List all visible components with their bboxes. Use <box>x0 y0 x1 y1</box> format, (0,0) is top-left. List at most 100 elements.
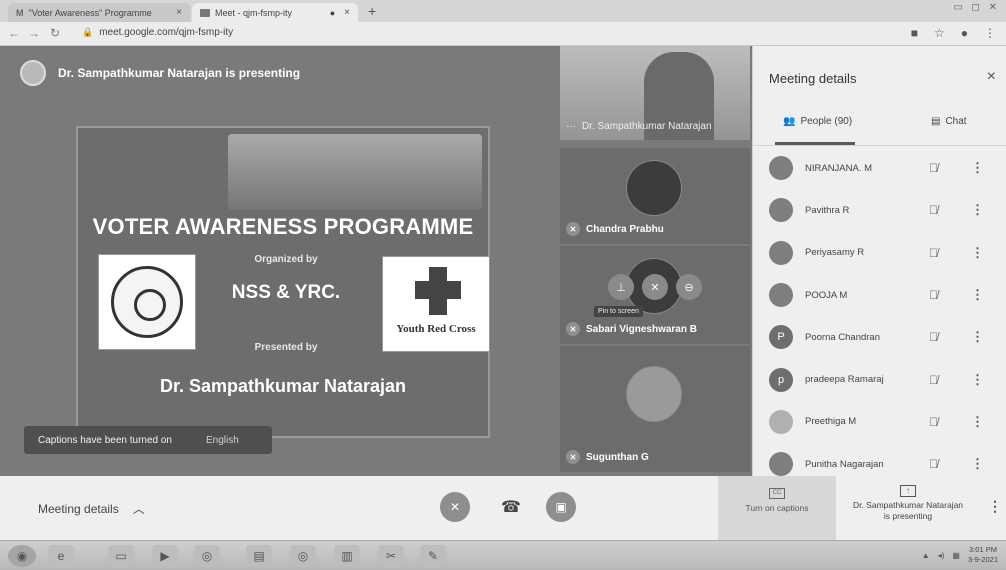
more-options-icon[interactable]: ⋮ <box>971 202 984 218</box>
list-item[interactable]: P Poorna Chandran 🎙̸ ⋮ <box>753 316 1006 358</box>
tab-meet[interactable]: Meet - qjm-fsmp-ity ● × <box>192 3 358 22</box>
more-options-icon[interactable]: ⋮ <box>971 245 984 261</box>
document-icon[interactable]: ▥ <box>334 545 360 567</box>
tray-arrow-icon[interactable]: ▲ <box>922 551 930 560</box>
camera-indicator-icon[interactable]: ■ <box>911 26 918 40</box>
pin-tooltip: Pin to screen <box>594 306 643 317</box>
tile-hover-controls: ⊥ ✕ ⊖ <box>608 274 702 300</box>
back-arrow-icon[interactable]: ← <box>8 26 20 40</box>
star-icon[interactable]: ☆ <box>934 26 945 40</box>
url-field[interactable]: 🔒 meet.google.com/qjm-fsmp-ity <box>82 27 233 38</box>
participant-name: Dr. Sampathkumar Natarajan <box>582 121 712 132</box>
ie-icon[interactable]: e <box>48 545 74 567</box>
captions-button[interactable]: CC Turn on captions <box>718 476 836 540</box>
app-icon[interactable]: ▤ <box>246 545 272 567</box>
mic-off-icon: 🎙̸ <box>929 372 938 387</box>
chrome-window-icon[interactable]: ◎ <box>290 545 316 567</box>
tab-people[interactable]: 👥 People (90) <box>783 116 852 127</box>
list-item[interactable]: Periyasamy R 🎙̸ ⋮ <box>753 232 1006 274</box>
camera-off-button[interactable]: ▣ <box>546 492 576 522</box>
panel-tabs: 👥 People (90) ▤ Chat <box>753 106 1006 146</box>
tab-title: Meet - qjm-fsmp-ity <box>215 7 293 18</box>
people-icon: 👥 <box>783 116 796 127</box>
meeting-details-button[interactable]: Meeting details ︿ <box>38 500 145 517</box>
list-item[interactable]: p pradeepa Ramaraj 🎙̸ ⋮ <box>753 358 1006 400</box>
list-item[interactable]: Pavithra R 🎙̸ ⋮ <box>753 189 1006 231</box>
panel-title: Meeting details <box>769 71 857 86</box>
profile-avatar-icon[interactable]: ● <box>961 26 968 40</box>
browser-tab-bar: M "Voter Awareness" Programme × Meet - q… <box>0 0 1006 22</box>
nss-logo-icon <box>98 254 196 350</box>
tab-close-icon[interactable]: × <box>176 7 182 18</box>
more-options-icon[interactable]: ⋮ <box>971 372 984 388</box>
tab-gmail[interactable]: M "Voter Awareness" Programme × <box>8 3 190 22</box>
avatar: P <box>769 325 793 350</box>
new-tab-button[interactable]: + <box>368 3 376 19</box>
tab-people-label: People (90) <box>800 116 853 127</box>
participant-name: Sabari Vigneshwaran B <box>586 323 697 335</box>
participant-tile[interactable]: ✕ Chandra Prabhu <box>560 148 750 244</box>
meeting-details-panel: Meeting details × 👥 People (90) ▤ Chat N… <box>752 46 1006 477</box>
volume-icon[interactable]: ◂) <box>938 551 945 560</box>
present-screen-icon: ↑ <box>900 485 916 497</box>
avatar <box>769 283 793 308</box>
mic-off-icon: ✕ <box>566 222 580 236</box>
avatar: p <box>769 367 793 392</box>
start-button-icon[interactable]: ◉ <box>8 545 36 567</box>
participant-name: Sugunthan G <box>586 451 649 463</box>
mic-off-icon: ✕ <box>449 500 461 514</box>
participant-tile[interactable]: ··· Dr. Sampathkumar Natarajan <box>560 46 750 140</box>
presenting-label-line1: Dr. Sampathkumar Natarajan <box>852 500 964 510</box>
reload-icon[interactable]: ↻ <box>50 26 60 40</box>
mic-off-icon: 🎙̸ <box>929 203 938 218</box>
folder-icon[interactable]: ▭ <box>108 545 134 567</box>
participant-name: Chandra Prabhu <box>586 223 664 235</box>
forward-arrow-icon[interactable]: → <box>28 26 40 40</box>
captions-language-link[interactable]: English <box>206 435 239 446</box>
more-options-icon[interactable]: ⋮ <box>988 498 1002 515</box>
tab-title: "Voter Awareness" Programme <box>28 7 152 18</box>
chat-icon: ▤ <box>931 116 941 127</box>
clock[interactable]: 3:01 PM 3-9-2021 <box>968 545 998 565</box>
mic-off-icon: 🎙̸ <box>929 330 938 345</box>
tool-icon[interactable]: ✂ <box>378 545 404 567</box>
avatar <box>769 452 793 477</box>
captions-icon: CC <box>769 488 785 499</box>
leave-call-button[interactable]: ☎ <box>496 492 526 522</box>
mute-participant-icon[interactable]: ✕ <box>642 274 668 300</box>
list-item[interactable]: POOJA M 🎙̸ ⋮ <box>753 274 1006 316</box>
slide-banner-photo <box>228 134 482 210</box>
captions-toast-text: Captions have been turned on <box>38 434 172 446</box>
slide-presenter-name: Dr. Sampathkumar Natarajan <box>159 376 407 396</box>
participant-tile[interactable]: ✕ Sugunthan G <box>560 346 750 472</box>
tab-chat[interactable]: ▤ Chat <box>931 116 967 127</box>
mic-off-icon: ✕ <box>566 450 580 464</box>
remove-participant-icon[interactable]: ⊖ <box>676 274 702 300</box>
pin-icon[interactable]: ⊥ <box>608 274 634 300</box>
more-options-icon[interactable]: ⋮ <box>971 456 984 472</box>
more-options-icon[interactable]: ⋮ <box>971 414 984 430</box>
more-options-icon[interactable]: ⋮ <box>971 160 984 176</box>
paint-icon[interactable]: ✎ <box>420 545 446 567</box>
more-options-icon[interactable]: ⋮ <box>971 329 984 345</box>
list-item[interactable]: Preethiga M 🎙̸ ⋮ <box>753 401 1006 443</box>
presenting-label-line2: is presenting <box>883 511 933 521</box>
network-icon[interactable]: ▦ <box>952 551 960 560</box>
chrome-icon[interactable]: ◎ <box>194 545 220 567</box>
participant-name: Punitha Nagarajan <box>805 458 884 470</box>
participant-name: Periyasamy R <box>805 247 865 259</box>
browser-menu-icon[interactable]: ⋮ <box>984 26 996 40</box>
more-options-icon[interactable]: ⋮ <box>971 287 984 303</box>
tab-close-icon[interactable]: × <box>344 7 350 18</box>
participant-name: Poorna Chandran <box>805 331 880 343</box>
close-icon[interactable]: × <box>987 68 996 86</box>
presenting-button[interactable]: ↑ Dr. Sampathkumar Natarajan is presenti… <box>838 476 978 540</box>
url-text: meet.google.com/qjm-fsmp-ity <box>99 27 234 38</box>
media-player-icon[interactable]: ▶ <box>152 545 178 567</box>
participant-tile[interactable]: ⊥ ✕ ⊖ Pin to screen ✕ Sabari Vigneshwara… <box>560 246 750 344</box>
window-controls[interactable]: ▭ ◻ ✕ <box>953 2 1000 13</box>
microphone-off-button[interactable]: ✕ <box>440 492 470 522</box>
list-item[interactable]: NIRANJANA. M 🎙̸ ⋮ <box>753 147 1006 189</box>
more-dots-icon: ··· <box>566 121 576 132</box>
recording-dot-icon: ● <box>329 7 336 18</box>
